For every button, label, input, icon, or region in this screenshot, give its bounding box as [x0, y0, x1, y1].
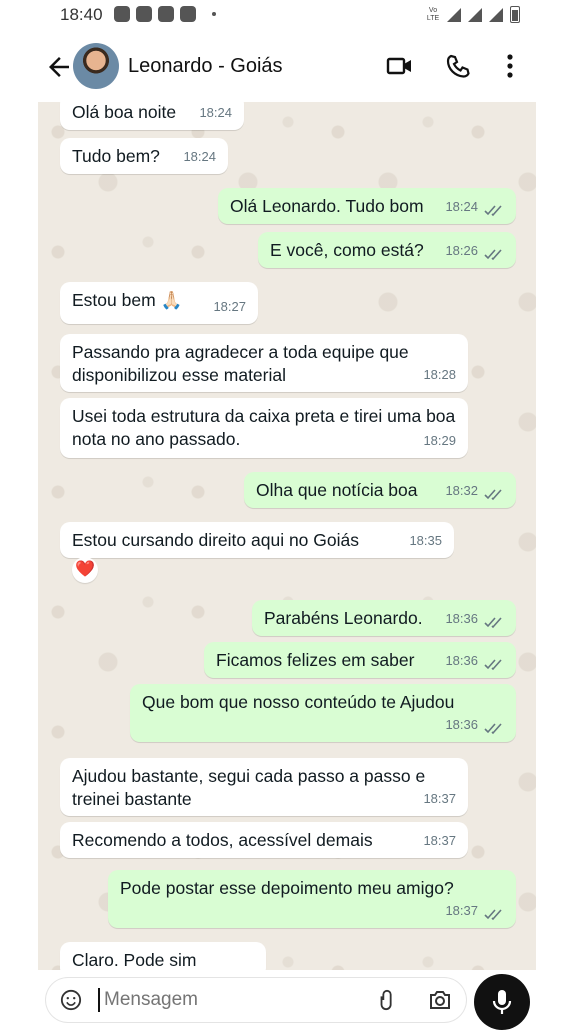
message-bubble[interactable]: Pode postar esse depoimento meu amigo? 1… [108, 870, 516, 928]
youtube-notification-icon [158, 6, 174, 22]
message-time: 18:27 [213, 299, 246, 314]
microphone-icon [492, 990, 512, 1014]
wifi-icon [447, 7, 461, 22]
message-input-box[interactable] [46, 978, 466, 1022]
status-bar: 18:40 Vo LTE [0, 0, 576, 30]
message-text: Claro. Pode sim [72, 950, 197, 970]
read-ticks-icon [484, 659, 502, 671]
message-text: Passando pra agradecer a toda equipe que… [72, 342, 409, 385]
read-ticks-icon [484, 205, 502, 217]
message-bubble[interactable]: Parabéns Leonardo. 18:36 [252, 600, 516, 636]
message-bubble[interactable]: Olá Leonardo. Tudo bom 18:24 [218, 188, 516, 224]
message-text: Que bom que nosso conteúdo te Ajudou [142, 692, 455, 712]
message-bubble[interactable]: Ficamos felizes em saber 18:36 [204, 642, 516, 678]
text-cursor [98, 988, 100, 1012]
emoji-sticker-icon[interactable] [60, 989, 82, 1011]
avatar[interactable] [73, 43, 119, 89]
attachment-icon[interactable] [376, 989, 398, 1011]
volte-label: Vo LTE [426, 6, 440, 22]
message-time: 18:24 [183, 149, 216, 164]
message-time: 18:24 [199, 105, 232, 120]
read-ticks-icon [484, 249, 502, 261]
message-text: Tudo bem? [72, 146, 160, 166]
phone-call-icon[interactable] [444, 52, 472, 80]
system-icons: Vo LTE [426, 6, 520, 23]
message-text: Estou bem 🙏🏻 [72, 290, 183, 310]
video-call-icon[interactable] [386, 52, 414, 80]
message-time: 18:37 [445, 903, 478, 918]
message-time: 18:28 [423, 367, 456, 382]
message-input[interactable] [102, 988, 366, 1012]
message-bubble[interactable]: Olha que notícia boa 18:32 [244, 472, 516, 508]
message-bubble[interactable]: Passando pra agradecer a toda equipe que… [60, 334, 468, 392]
contact-name[interactable]: Leonardo - Goiás [128, 55, 283, 78]
chat-notification-icon [136, 6, 152, 22]
message-text: Pode postar esse depoimento meu amigo? [120, 878, 454, 898]
message-time: 18:37 [423, 833, 456, 848]
message-text: Estou cursando direito aqui no Goiás [72, 530, 359, 550]
message-bubble[interactable]: Tudo bem? 18:24 [60, 138, 228, 174]
more-notifications-icon [212, 12, 216, 16]
status-time: 18:40 [60, 5, 103, 24]
notification-icons [114, 6, 216, 22]
message-time: 18:36 [445, 611, 478, 626]
message-text: Parabéns Leonardo. [264, 608, 423, 628]
signal-2-icon [489, 7, 503, 22]
message-text: Olha que notícia boa [256, 480, 418, 500]
message-time: 18:26 [445, 243, 478, 258]
read-ticks-icon [484, 723, 502, 735]
instagram-notification-icon [180, 6, 196, 22]
more-options-icon[interactable] [496, 52, 524, 80]
message-bubble[interactable]: E você, como está? 18:26 [258, 232, 516, 268]
message-time: 18:36 [445, 717, 478, 732]
read-ticks-icon [484, 489, 502, 501]
message-time: 18:37 [423, 791, 456, 806]
composer-bar [0, 970, 576, 1030]
message-text: Ficamos felizes em saber [216, 650, 415, 670]
message-time: 18:24 [445, 199, 478, 214]
message-bubble[interactable]: Olá boa noite 18:24 [60, 102, 244, 130]
battery-icon [510, 6, 520, 23]
camera-icon[interactable] [428, 989, 452, 1011]
message-text: Olá boa noite [72, 102, 177, 122]
message-time: 18:36 [445, 653, 478, 668]
chat-area[interactable]: Olá boa noite 18:24 Tudo bem? 18:24 Olá … [38, 102, 536, 970]
message-text: E você, como está? [270, 240, 424, 260]
message-text: Recomendo a todos, acessível demais [72, 830, 373, 850]
chat-header: Leonardo - Goiás [0, 30, 576, 102]
message-time: 18:35 [409, 533, 442, 548]
message-bubble[interactable]: Usei toda estrutura da caixa preta e tir… [60, 398, 468, 458]
message-text: Olá Leonardo. Tudo bom [230, 196, 424, 216]
heart-reaction-icon[interactable]: ❤️ [72, 557, 98, 583]
message-bubble[interactable]: Estou cursando direito aqui no Goiás 18:… [60, 522, 454, 558]
voice-message-button[interactable] [474, 974, 530, 1030]
message-text: Usei toda estrutura da caixa preta e tir… [72, 406, 456, 449]
signal-icon [468, 7, 482, 22]
message-bubble[interactable]: Estou bem 🙏🏻 18:27 [60, 282, 258, 324]
message-bubble[interactable]: Recomendo a todos, acessível demais 18:3… [60, 822, 468, 858]
message-bubble[interactable]: Claro. Pode sim [60, 942, 266, 970]
whatsapp-notification-icon [114, 6, 130, 22]
message-time: 18:29 [423, 433, 456, 448]
read-ticks-icon [484, 909, 502, 921]
read-ticks-icon [484, 617, 502, 629]
message-text: Ajudou bastante, segui cada passo a pass… [72, 766, 426, 809]
back-arrow-icon[interactable] [44, 52, 74, 82]
message-bubble[interactable]: Ajudou bastante, segui cada passo a pass… [60, 758, 468, 816]
message-bubble[interactable]: Que bom que nosso conteúdo te Ajudou 18:… [130, 684, 516, 742]
message-time: 18:32 [445, 483, 478, 498]
